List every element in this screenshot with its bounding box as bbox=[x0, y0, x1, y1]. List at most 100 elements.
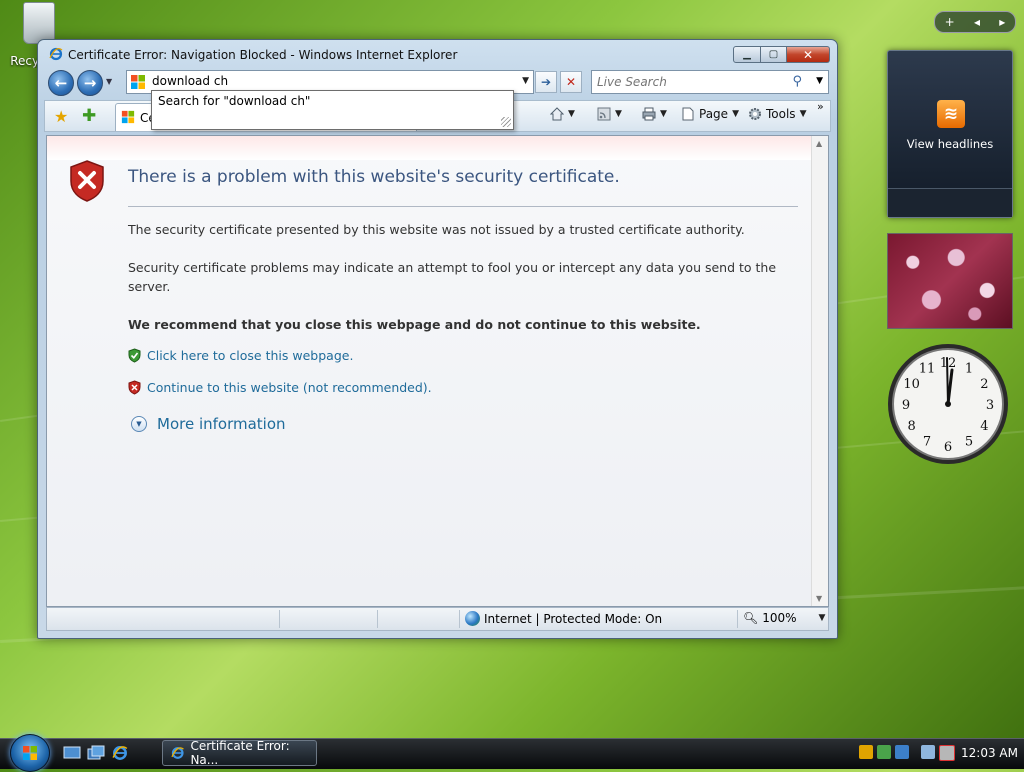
address-autocomplete-dropdown: Search for "download ch" bbox=[151, 90, 514, 130]
error-heading: There is a problem with this website's s… bbox=[128, 167, 620, 187]
magnifier-icon: 🔍︎ bbox=[743, 611, 759, 625]
globe-icon bbox=[465, 611, 480, 626]
system-tray: 12:03 AM bbox=[855, 740, 1024, 768]
search-icon[interactable]: ⚲ bbox=[792, 74, 802, 89]
zoom-level: 100% bbox=[762, 611, 797, 625]
ie-logo-icon bbox=[171, 747, 184, 759]
favorites-star-icon[interactable]: ★ bbox=[54, 107, 68, 126]
view-headlines-label[interactable]: View headlines bbox=[888, 137, 1012, 151]
page-menu-button[interactable]: Page ▼ bbox=[681, 107, 739, 121]
page-content: There is a problem with this website's s… bbox=[46, 135, 829, 607]
security-zone-indicator[interactable]: Internet | Protected Mode: On bbox=[465, 611, 662, 626]
search-options-dropdown-icon[interactable]: ▼ bbox=[816, 76, 823, 86]
status-separator bbox=[459, 610, 460, 628]
close-button[interactable]: ✕ bbox=[787, 46, 830, 63]
feed-gadget-footer bbox=[888, 188, 1012, 217]
clock-numeral: 11 bbox=[919, 362, 936, 377]
status-bar: Internet | Protected Mode: On 🔍︎ 100% ▼ bbox=[46, 607, 829, 631]
go-button[interactable]: ➔ bbox=[535, 71, 557, 93]
clock-time[interactable]: 12:03 AM bbox=[961, 746, 1018, 760]
back-button[interactable]: ← bbox=[48, 70, 74, 96]
close-webpage-link-label[interactable]: Click here to close this webpage. bbox=[147, 348, 353, 363]
show-desktop-icon[interactable] bbox=[63, 745, 81, 761]
status-separator bbox=[737, 610, 738, 628]
heading-divider bbox=[128, 206, 798, 207]
next-gadget-page-button[interactable]: ▸ bbox=[999, 15, 1005, 29]
minimize-button[interactable]: ▁ bbox=[733, 46, 761, 63]
continue-to-website-link[interactable]: Continue to this website (not recommende… bbox=[128, 380, 432, 395]
feeds-button[interactable]: ▼ bbox=[597, 107, 622, 121]
add-favorites-icon[interactable]: ✚ bbox=[82, 106, 96, 126]
security-zone-label: Internet | Protected Mode: On bbox=[484, 611, 663, 626]
clock-gadget[interactable]: 121234567891011 bbox=[886, 342, 1010, 466]
sidebar-controls: + ◂ ▸ bbox=[934, 11, 1016, 33]
search-input[interactable] bbox=[595, 73, 789, 91]
close-webpage-link[interactable]: Click here to close this webpage. bbox=[128, 348, 353, 363]
more-information-toggle[interactable]: ▼ More information bbox=[131, 415, 286, 433]
address-dropdown-icon[interactable]: ▼ bbox=[522, 76, 529, 86]
maximize-button[interactable]: ▢ bbox=[761, 46, 787, 63]
stop-button[interactable]: ✕ bbox=[560, 71, 582, 93]
add-gadget-button[interactable]: + bbox=[945, 15, 955, 29]
start-button[interactable] bbox=[10, 734, 50, 772]
expand-chevron-icon: ▼ bbox=[131, 416, 147, 432]
zoom-control[interactable]: 🔍︎ 100% ▼ bbox=[743, 611, 825, 625]
clock-numeral: 5 bbox=[965, 434, 973, 449]
printer-icon bbox=[642, 107, 656, 121]
windows-defender-icon[interactable] bbox=[877, 745, 891, 759]
autocomplete-search-suggestion[interactable]: Search for "download ch" bbox=[158, 94, 310, 108]
window-controls: ▁ ▢ ✕ bbox=[733, 46, 830, 64]
volume-muted-icon[interactable] bbox=[939, 745, 955, 761]
recent-pages-dropdown-icon[interactable]: ▼ bbox=[106, 77, 112, 86]
red-shield-x-icon bbox=[128, 380, 141, 395]
windows-update-icon[interactable] bbox=[895, 745, 909, 759]
clock-numeral: 8 bbox=[907, 419, 915, 434]
scroll-down-icon[interactable]: ▼ bbox=[816, 594, 822, 603]
recommendation-text: We recommend that you close this webpage… bbox=[128, 317, 701, 332]
slideshow-gadget[interactable] bbox=[887, 233, 1013, 329]
page-icon bbox=[682, 107, 694, 121]
rss-feed-icon: ≋ bbox=[937, 100, 965, 128]
clock-numeral: 2 bbox=[980, 377, 988, 392]
ie-quicklaunch-icon[interactable] bbox=[111, 745, 129, 761]
chevron-down-icon: ▼ bbox=[799, 109, 807, 119]
status-separator bbox=[377, 610, 378, 628]
windows-flag-icon bbox=[121, 110, 135, 124]
resize-grip-icon[interactable] bbox=[501, 117, 511, 127]
forward-button[interactable]: → bbox=[77, 70, 103, 96]
ie-window: Certificate Error: Navigation Blocked - … bbox=[37, 39, 838, 639]
home-icon bbox=[550, 107, 564, 121]
scroll-up-icon[interactable]: ▲ bbox=[816, 139, 822, 148]
clock-numeral: 6 bbox=[944, 440, 952, 455]
cert-issue-description: The security certificate presented by th… bbox=[128, 222, 745, 237]
switch-windows-icon[interactable] bbox=[87, 745, 105, 761]
page-menu-label: Page bbox=[699, 107, 729, 121]
tools-menu-label: Tools bbox=[766, 107, 796, 121]
ie-logo-icon bbox=[49, 47, 63, 61]
clock-numeral: 3 bbox=[986, 398, 994, 413]
clock-numeral: 10 bbox=[903, 377, 920, 392]
clock-numeral: 4 bbox=[980, 419, 988, 434]
recycle-bin-graphic bbox=[23, 2, 55, 44]
title-bar[interactable]: Certificate Error: Navigation Blocked - … bbox=[38, 40, 837, 66]
chevron-down-icon: ▼ bbox=[732, 109, 739, 119]
feed-headlines-gadget[interactable]: ≋ View headlines bbox=[887, 50, 1013, 218]
toolbar-overflow-button[interactable]: » bbox=[817, 100, 824, 113]
live-search-box[interactable]: ⚲ ▼ bbox=[591, 70, 829, 94]
home-button[interactable]: ▼ bbox=[550, 107, 575, 121]
rss-icon bbox=[597, 107, 611, 121]
chevron-down-icon: ▼ bbox=[568, 109, 575, 119]
more-information-label[interactable]: More information bbox=[157, 415, 286, 433]
network-icon[interactable] bbox=[921, 745, 935, 759]
content-header-gradient bbox=[47, 136, 812, 160]
tools-menu-button[interactable]: Tools ▼ bbox=[748, 107, 806, 121]
vertical-scrollbar[interactable]: ▲ ▼ bbox=[811, 136, 828, 606]
address-input[interactable]: download ch bbox=[152, 74, 228, 88]
continue-link-label[interactable]: Continue to this website (not recommende… bbox=[147, 380, 432, 395]
gear-icon bbox=[749, 108, 761, 120]
prev-gadget-page-button[interactable]: ◂ bbox=[974, 15, 980, 29]
status-separator bbox=[279, 610, 280, 628]
print-button[interactable]: ▼ bbox=[642, 107, 667, 121]
taskbar-ie-window-button[interactable]: Certificate Error: Na... bbox=[162, 739, 317, 767]
security-center-warning-icon[interactable] bbox=[859, 745, 873, 759]
